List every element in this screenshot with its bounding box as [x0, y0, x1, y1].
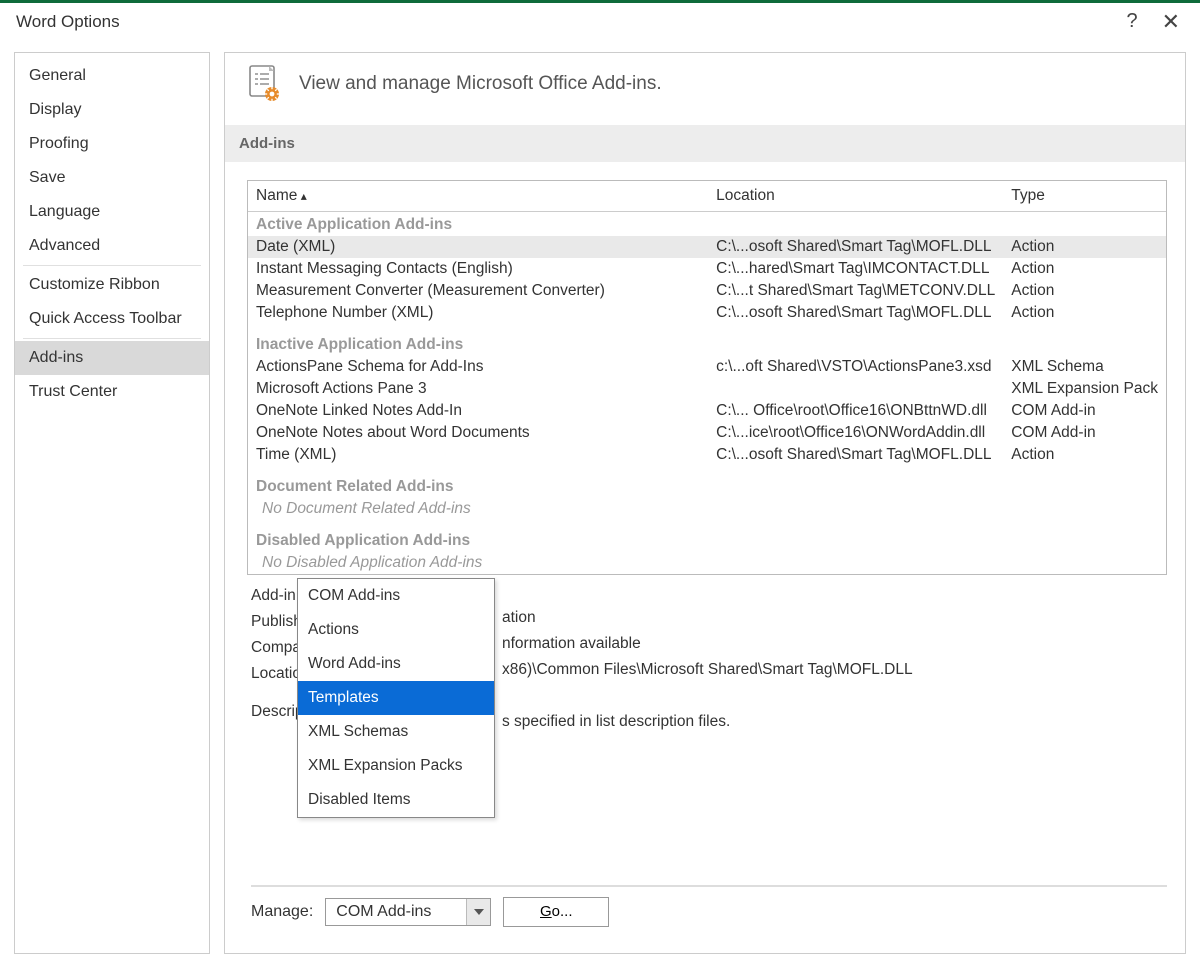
table-row[interactable]: Time (XML)C:\...osoft Shared\Smart Tag\M… — [248, 444, 1166, 466]
cell-type: Action — [1003, 236, 1166, 258]
addin-details: Add-in: Publishe Compat Location Descrip… — [225, 575, 1185, 887]
sidebar-item-add-ins[interactable]: Add-ins — [15, 341, 209, 375]
cell-name: Time (XML) — [248, 444, 708, 466]
cell-name: Measurement Converter (Measurement Conve… — [248, 280, 708, 302]
cell-name: OneNote Notes about Word Documents — [248, 422, 708, 444]
detail-location-tail: x86)\Common Files\Microsoft Shared\Smart… — [502, 657, 913, 683]
sidebar-item-display[interactable]: Display — [15, 93, 209, 127]
cell-type: XML Expansion Pack — [1003, 378, 1166, 400]
addins-table: NameLocationTypeActive Application Add-i… — [247, 180, 1167, 575]
dropdown-option-com-add-ins[interactable]: COM Add-ins — [298, 579, 494, 613]
cell-name: Telephone Number (XML) — [248, 302, 708, 324]
detail-publisher-tail: ation — [502, 605, 536, 631]
group-empty: No Document Related Add-ins — [248, 498, 1166, 520]
manage-row: Manage: COM Add-ins Go... — [225, 895, 1185, 935]
group-header: Inactive Application Add-ins — [248, 324, 1166, 356]
manage-combo-value: COM Add-ins — [326, 903, 466, 921]
group-header: Document Related Add-ins — [248, 466, 1166, 498]
cell-type: COM Add-in — [1003, 422, 1166, 444]
cell-location: C:\...t Shared\Smart Tag\METCONV.DLL — [708, 280, 1003, 302]
cell-location: C:\...hared\Smart Tag\IMCONTACT.DLL — [708, 258, 1003, 280]
table-row[interactable]: OneNote Notes about Word DocumentsC:\...… — [248, 422, 1166, 444]
go-button[interactable]: Go... — [503, 897, 609, 927]
table-row[interactable]: OneNote Linked Notes Add-InC:\... Office… — [248, 400, 1166, 422]
sidebar-item-advanced[interactable]: Advanced — [15, 229, 209, 263]
chevron-down-icon[interactable] — [466, 899, 490, 925]
cell-name: OneNote Linked Notes Add-In — [248, 400, 708, 422]
cell-name: Instant Messaging Contacts (English) — [248, 258, 708, 280]
dropdown-option-xml-schemas[interactable]: XML Schemas — [298, 715, 494, 749]
sidebar-separator — [23, 265, 201, 266]
manage-label: Manage: — [251, 903, 313, 921]
content-pane: View and manage Microsoft Office Add-ins… — [224, 52, 1186, 954]
table-row[interactable]: Microsoft Actions Pane 3 XML Expansion Pa… — [248, 378, 1166, 400]
dropdown-option-xml-expansion-packs[interactable]: XML Expansion Packs — [298, 749, 494, 783]
manage-dropdown[interactable]: COM Add-insActionsWord Add-insTemplatesX… — [297, 578, 495, 818]
cell-type: Action — [1003, 444, 1166, 466]
column-header-type[interactable]: Type — [1003, 181, 1166, 212]
cell-location: C:\...osoft Shared\Smart Tag\MOFL.DLL — [708, 444, 1003, 466]
table-row[interactable]: Measurement Converter (Measurement Conve… — [248, 280, 1166, 302]
sidebar-item-quick-access-toolbar[interactable]: Quick Access Toolbar — [15, 302, 209, 336]
page-heading: View and manage Microsoft Office Add-ins… — [299, 73, 662, 95]
cell-type: Action — [1003, 258, 1166, 280]
cell-location: C:\...ice\root\Office16\ONWordAddin.dll — [708, 422, 1003, 444]
table-row[interactable]: ActionsPane Schema for Add-Insc:\...oft … — [248, 356, 1166, 378]
group-header: Active Application Add-ins — [248, 212, 1166, 237]
cell-type: COM Add-in — [1003, 400, 1166, 422]
group-header: Disabled Application Add-ins — [248, 520, 1166, 552]
dropdown-option-actions[interactable]: Actions — [298, 613, 494, 647]
go-button-tail: o... — [552, 903, 573, 920]
sidebar-item-general[interactable]: General — [15, 59, 209, 93]
cell-type: XML Schema — [1003, 356, 1166, 378]
detail-description-tail: s specified in list description files. — [502, 709, 730, 735]
table-row[interactable]: Telephone Number (XML)C:\...osoft Shared… — [248, 302, 1166, 324]
help-icon[interactable]: ? — [1126, 10, 1137, 33]
window-title: Word Options — [16, 12, 120, 32]
manage-combo[interactable]: COM Add-ins — [325, 898, 491, 926]
section-heading: Add-ins — [225, 125, 1185, 162]
cell-location — [708, 378, 1003, 400]
addins-page-icon — [247, 65, 281, 103]
window-controls: ? ✕ — [1126, 10, 1200, 33]
sidebar-separator — [23, 338, 201, 339]
dropdown-option-word-add-ins[interactable]: Word Add-ins — [298, 647, 494, 681]
table-row[interactable]: Date (XML)C:\...osoft Shared\Smart Tag\M… — [248, 236, 1166, 258]
column-header-name[interactable]: Name — [248, 181, 708, 212]
sidebar-item-customize-ribbon[interactable]: Customize Ribbon — [15, 268, 209, 302]
cell-type: Action — [1003, 302, 1166, 324]
options-sidebar: GeneralDisplayProofingSaveLanguageAdvanc… — [14, 52, 210, 954]
title-bar: Word Options ? ✕ — [0, 0, 1200, 40]
cell-name: Date (XML) — [248, 236, 708, 258]
cell-location: C:\... Office\root\Office16\ONBttnWD.dll — [708, 400, 1003, 422]
cell-name: Microsoft Actions Pane 3 — [248, 378, 708, 400]
group-empty: No Disabled Application Add-ins — [248, 552, 1166, 574]
table-row[interactable]: Instant Messaging Contacts (English)C:\.… — [248, 258, 1166, 280]
close-icon[interactable]: ✕ — [1162, 11, 1180, 33]
cell-name: ActionsPane Schema for Add-Ins — [248, 356, 708, 378]
dropdown-option-disabled-items[interactable]: Disabled Items — [298, 783, 494, 817]
cell-type: Action — [1003, 280, 1166, 302]
detail-compat-tail: nformation available — [502, 631, 641, 657]
cell-location: c:\...oft Shared\VSTO\ActionsPane3.xsd — [708, 356, 1003, 378]
sidebar-item-language[interactable]: Language — [15, 195, 209, 229]
dropdown-option-templates[interactable]: Templates — [298, 681, 494, 715]
sidebar-item-trust-center[interactable]: Trust Center — [15, 375, 209, 409]
sidebar-item-proofing[interactable]: Proofing — [15, 127, 209, 161]
page-header: View and manage Microsoft Office Add-ins… — [225, 53, 1185, 125]
sidebar-item-save[interactable]: Save — [15, 161, 209, 195]
column-header-location[interactable]: Location — [708, 181, 1003, 212]
cell-location: C:\...osoft Shared\Smart Tag\MOFL.DLL — [708, 302, 1003, 324]
cell-location: C:\...osoft Shared\Smart Tag\MOFL.DLL — [708, 236, 1003, 258]
